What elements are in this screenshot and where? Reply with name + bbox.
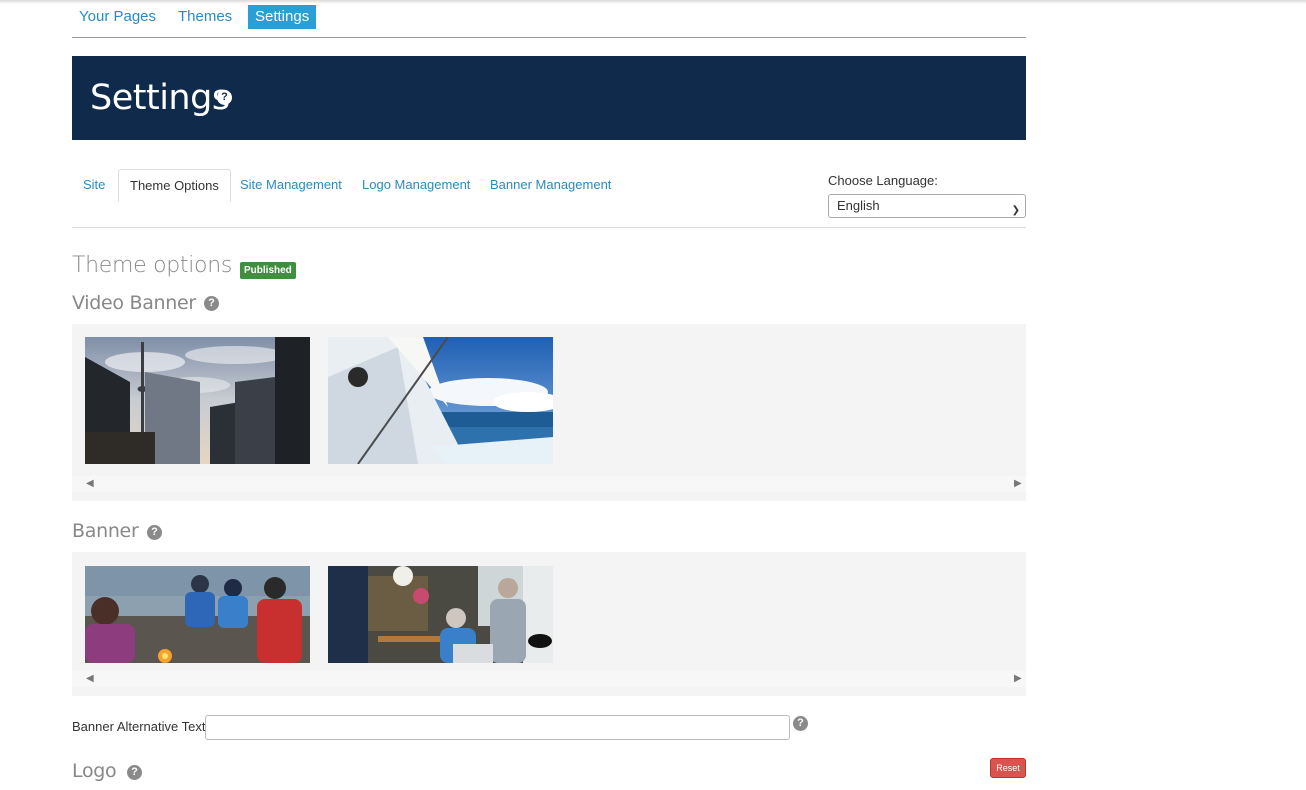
language-selected-value: English [837, 198, 880, 213]
reset-button[interactable]: Reset [990, 758, 1026, 778]
video-banner-title: Video Banner [72, 292, 196, 314]
question-circle-icon[interactable]: ? [127, 765, 142, 780]
page-header: Settings ? [72, 56, 1026, 140]
language-select[interactable]: English ❯ [828, 194, 1026, 218]
nav-settings[interactable]: Settings [248, 5, 317, 29]
page-title: Settings [90, 78, 230, 118]
logo-title: Logo [72, 760, 117, 782]
tab-site-management[interactable]: Site Management [229, 169, 353, 202]
question-circle-icon[interactable]: ? [217, 90, 232, 105]
banner-alt-text-input[interactable] [205, 715, 790, 740]
question-circle-icon[interactable]: ? [147, 525, 162, 540]
banner-scrollbar[interactable]: ◀ ▶ [72, 671, 1026, 687]
scroll-right-icon[interactable]: ▶ [1014, 478, 1022, 489]
question-circle-icon[interactable]: ? [793, 716, 808, 731]
tab-logo-management[interactable]: Logo Management [351, 169, 481, 202]
question-circle-icon[interactable]: ? [204, 296, 219, 311]
banner-image-2[interactable] [328, 566, 553, 663]
video-banner-image-2[interactable] [328, 337, 553, 464]
chevron-down-icon: ❯ [1011, 205, 1020, 216]
tab-theme-options[interactable]: Theme Options [118, 169, 231, 202]
video-banner-image-1[interactable] [85, 337, 310, 464]
tab-banner-management[interactable]: Banner Management [479, 169, 622, 202]
nav-your-pages[interactable]: Your Pages [72, 5, 163, 29]
language-label: Choose Language: [828, 173, 938, 188]
top-nav: Your Pages Themes Settings [72, 4, 1026, 38]
video-banner-scrollbar[interactable]: ◀ ▶ [72, 476, 1026, 492]
scroll-left-icon[interactable]: ◀ [86, 673, 94, 684]
nav-themes[interactable]: Themes [171, 5, 239, 29]
banner-alt-text-label: Banner Alternative Text [72, 719, 206, 734]
theme-options-title: Theme options [72, 253, 233, 278]
banner-gallery: ◀ ▶ [72, 552, 1026, 696]
scroll-left-icon[interactable]: ◀ [86, 478, 94, 489]
banner-title: Banner [72, 520, 139, 542]
status-badge: Published [240, 262, 296, 279]
banner-image-1[interactable] [85, 566, 310, 663]
tab-site[interactable]: Site [72, 169, 116, 202]
video-banner-gallery: ◀ ▶ [72, 324, 1026, 501]
scroll-right-icon[interactable]: ▶ [1014, 673, 1022, 684]
